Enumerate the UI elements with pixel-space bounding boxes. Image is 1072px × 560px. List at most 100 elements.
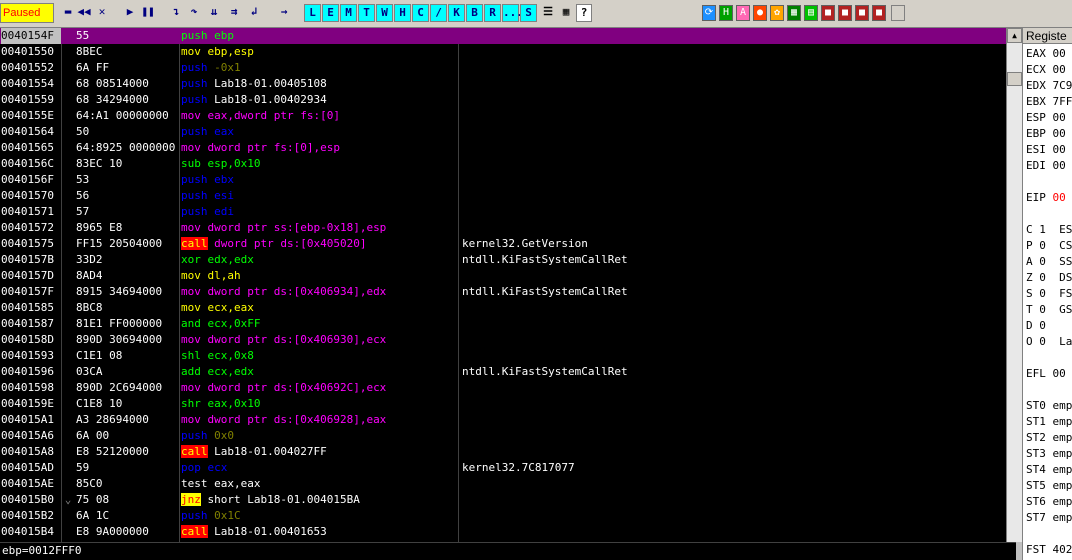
- disasm-row[interactable]: 00401564 50 push eax: [0, 124, 1016, 140]
- disasm-row[interactable]: 004015B2 6A 1C push 0x1C: [0, 508, 1016, 524]
- goto-icon[interactable]: →: [276, 4, 292, 22]
- trace-into-icon[interactable]: ⇊: [206, 4, 222, 22]
- disasm-row[interactable]: 00401598 890D 2C694000 mov dword ptr ds:[0…: [0, 380, 1016, 396]
- disasm-row[interactable]: 00401550 8BEC mov ebp,esp: [0, 44, 1016, 60]
- registers-pane[interactable]: Registe EAX 00 ECX 00 EDX 7C9 EBX 7FF ESP 00…: [1022, 28, 1072, 560]
- execute-till-return-icon[interactable]: ↲: [246, 4, 262, 22]
- disasm-row[interactable]: 0040157D 8AD4 mov dl,ah: [0, 268, 1016, 284]
- register-row[interactable]: EFL 00: [1026, 366, 1066, 382]
- disasm-row[interactable]: 00401593 C1E1 08 shl ecx,0x8: [0, 348, 1016, 364]
- disasm-row[interactable]: 0040155E 64:A1 00000000 mov eax,dword ptr …: [0, 108, 1016, 124]
- register-row[interactable]: ST3 emp: [1026, 446, 1072, 462]
- window-button-10[interactable]: R: [484, 4, 501, 22]
- refresh-plugin-icon[interactable]: ⟳: [702, 5, 716, 21]
- disasm-row[interactable]: 004015AE 85C0 test eax,eax: [0, 476, 1016, 492]
- disasm-row[interactable]: 004015A6 6A 00 push 0x0: [0, 428, 1016, 444]
- register-row[interactable]: ST1 emp: [1026, 414, 1072, 430]
- register-row[interactable]: EBX 7FF: [1026, 94, 1072, 110]
- window-button-3[interactable]: T: [358, 4, 375, 22]
- step-into-icon[interactable]: ↴: [168, 4, 184, 22]
- register-row[interactable]: ECX 00: [1026, 62, 1066, 78]
- window-button-2[interactable]: M: [340, 4, 357, 22]
- disasm-row[interactable]: 00401587 81E1 FF000000 and ecx,0xFF: [0, 316, 1016, 332]
- disassembly-scrollbar[interactable]: ▲: [1006, 28, 1022, 542]
- register-row[interactable]: EDI 00: [1026, 158, 1066, 174]
- trace-over-icon[interactable]: ⇉: [226, 4, 242, 22]
- register-row[interactable]: ST6 emp: [1026, 494, 1072, 510]
- register-row[interactable]: EAX 00: [1026, 46, 1066, 62]
- restart-icon[interactable]: ◀◀: [76, 4, 92, 22]
- plugin-blank-icon[interactable]: [891, 5, 905, 21]
- plugin-grid-icon[interactable]: ▦: [787, 5, 801, 21]
- disasm-row[interactable]: 0040158D 890D 30694000 mov dword ptr ds:[0…: [0, 332, 1016, 348]
- register-row[interactable]: C 1 ES: [1026, 222, 1072, 238]
- register-row[interactable]: A 0 SS: [1026, 254, 1072, 270]
- register-row[interactable]: Z 0 DS: [1026, 270, 1072, 286]
- register-row[interactable]: EDX 7C9: [1026, 78, 1072, 94]
- plugin-cn3-icon[interactable]: ■: [855, 5, 869, 21]
- disasm-row[interactable]: 004015B0 ⌄ 75 08 jnz short Lab18-01.004015B…: [0, 492, 1016, 508]
- register-row[interactable]: ST4 emp: [1026, 462, 1072, 478]
- register-row[interactable]: ST2 emp: [1026, 430, 1072, 446]
- plugin-table-icon[interactable]: ▤: [804, 5, 818, 21]
- window-button-8[interactable]: K: [448, 4, 465, 22]
- register-row[interactable]: ST0 emp: [1026, 398, 1072, 414]
- disasm-row[interactable]: 0040157B 33D2 xor edx,edx ntdll.KiFastSyste…: [0, 252, 1016, 268]
- disasm-row[interactable]: 004015A1 A3 28694000 mov dword ptr ds:[0x4…: [0, 412, 1016, 428]
- disasm-row[interactable]: 0040154F 55 push ebp: [0, 28, 1016, 44]
- register-row[interactable]: S 0 FS: [1026, 286, 1072, 302]
- scroll-up-arrow-icon[interactable]: ▲: [1007, 28, 1022, 43]
- disasm-row[interactable]: 00401572 8965 E8 mov dword ptr ss:[ebp-0x1…: [0, 220, 1016, 236]
- disasm-row[interactable]: 00401559 68 34294000 push Lab18-01.0040293…: [0, 92, 1016, 108]
- register-row[interactable]: ST5 emp: [1026, 478, 1072, 494]
- run-icon[interactable]: ▶: [122, 4, 138, 22]
- window-button-12[interactable]: S: [520, 4, 537, 22]
- disasm-row[interactable]: 0040156F 53 push ebx: [0, 172, 1016, 188]
- close-icon[interactable]: ✕: [94, 4, 110, 22]
- window-button-7[interactable]: /: [430, 4, 447, 22]
- register-row[interactable]: P 0 CS: [1026, 238, 1072, 254]
- register-row[interactable]: ESP 00: [1026, 110, 1066, 126]
- register-row[interactable]: ESI 00: [1026, 142, 1066, 158]
- disasm-row[interactable]: 004015B4 E8 9A000000 call Lab18-01.0040165…: [0, 524, 1016, 540]
- scroll-thumb[interactable]: [1007, 72, 1022, 86]
- disasm-row[interactable]: 0040157F 8915 34694000 mov dword ptr ds:[0…: [0, 284, 1016, 300]
- plugin-record-icon[interactable]: ●: [753, 5, 767, 21]
- register-row[interactable]: FST 402: [1026, 542, 1072, 558]
- disasm-row[interactable]: 0040159E C1E8 10 shr eax,0x10: [0, 396, 1016, 412]
- window-button-5[interactable]: H: [394, 4, 411, 22]
- disasm-row[interactable]: 00401554 68 08514000 push Lab18-01.0040510…: [0, 76, 1016, 92]
- disasm-row[interactable]: 00401596 03CA add ecx,edx ntdll.KiFastSyste…: [0, 364, 1016, 380]
- disasm-row[interactable]: 00401585 8BC8 mov ecx,eax: [0, 300, 1016, 316]
- plugin-gear-icon[interactable]: ✿: [770, 5, 784, 21]
- window-button-11[interactable]: ...: [502, 4, 523, 22]
- plugin-h-icon[interactable]: H: [719, 5, 733, 21]
- disassembly-pane[interactable]: 0040154F 55 push ebp 00401550 8BEC mov ebp,es…: [0, 28, 1016, 542]
- grid-icon[interactable]: ▦: [558, 4, 574, 22]
- window-button-6[interactable]: C: [412, 4, 429, 22]
- disasm-row[interactable]: 00401575 FF15 20504000 call dword ptr ds:[…: [0, 236, 1016, 252]
- register-row[interactable]: ST7 emp: [1026, 510, 1072, 526]
- register-row[interactable]: EIP 00: [1026, 190, 1066, 206]
- register-row[interactable]: EBP 00: [1026, 126, 1066, 142]
- window-button-0[interactable]: L: [304, 4, 321, 22]
- disasm-row[interactable]: 00401565 64:8925 0000000 mov dword ptr fs:…: [0, 140, 1016, 156]
- plugin-a-icon[interactable]: A: [736, 5, 750, 21]
- help-button[interactable]: ?: [576, 4, 592, 22]
- list-icon[interactable]: ☰: [540, 4, 556, 22]
- disasm-row[interactable]: 004015A8 E8 52120000 call Lab18-01.004027F…: [0, 444, 1016, 460]
- register-row[interactable]: O 0 La: [1026, 334, 1072, 350]
- window-button-9[interactable]: B: [466, 4, 483, 22]
- disasm-row[interactable]: 00401552 6A FF push -0x1: [0, 60, 1016, 76]
- pause-icon[interactable]: ❚❚: [140, 4, 156, 22]
- register-row[interactable]: D 0: [1026, 318, 1046, 334]
- disasm-row[interactable]: 00401570 56 push esi: [0, 188, 1016, 204]
- disasm-row[interactable]: 0040156C 83EC 10 sub esp,0x10: [0, 156, 1016, 172]
- disasm-row[interactable]: 004015AD 59 pop ecx kernel32.7C817077: [0, 460, 1016, 476]
- plugin-cn2-icon[interactable]: ■: [838, 5, 852, 21]
- disasm-row[interactable]: 00401571 57 push edi: [0, 204, 1016, 220]
- register-row[interactable]: T 0 GS: [1026, 302, 1072, 318]
- window-button-1[interactable]: E: [322, 4, 339, 22]
- window-button-4[interactable]: W: [376, 4, 393, 22]
- plugin-cn1-icon[interactable]: ■: [821, 5, 835, 21]
